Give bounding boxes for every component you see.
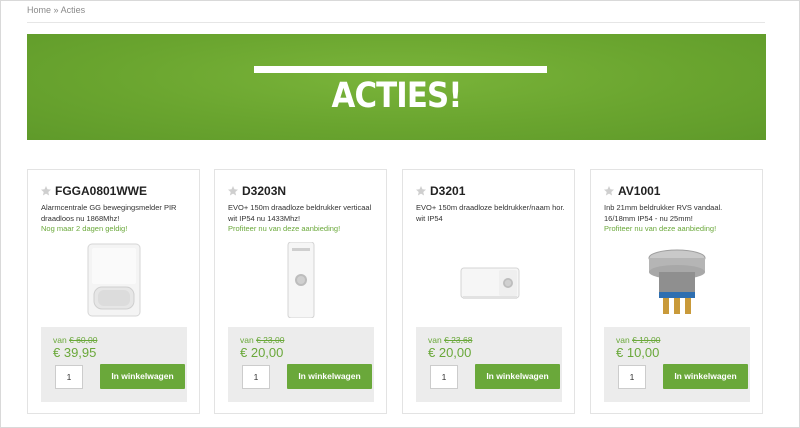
pir-motion-sensor-icon[interactable] [68, 242, 160, 318]
price-panel: van € 60,00 € 39,95 In winkelwagen [41, 327, 187, 402]
breadcrumb-separator: » [53, 5, 59, 15]
star-icon[interactable] [415, 185, 427, 197]
add-to-cart-button[interactable]: In winkelwagen [475, 364, 560, 389]
banner-decor-bar [254, 66, 547, 73]
old-price-line: van € 19,00 [616, 335, 660, 345]
old-price: € 19,00 [632, 335, 661, 345]
product-description: EVO+ 150m draadloze beldrukker/naam hor.… [416, 203, 565, 223]
price-panel: van € 23,68 € 20,00 In winkelwagen [416, 327, 562, 402]
old-price: € 60,00 [69, 335, 98, 345]
add-to-cart-button[interactable]: In winkelwagen [287, 364, 372, 389]
product-description: Alarmcentrale GG bewegingsmelder PIR dra… [41, 203, 177, 223]
old-price-line: van € 23,68 [428, 335, 472, 345]
quantity-input[interactable] [430, 365, 458, 389]
product-card: AV1001 Inb 21mm beldrukker RVS vandaal. … [590, 169, 763, 414]
star-icon[interactable] [40, 185, 52, 197]
product-header: D3203N [227, 184, 286, 198]
from-label: van [240, 335, 254, 345]
new-price: € 20,00 [240, 345, 284, 360]
product-sku[interactable]: D3203N [242, 184, 286, 198]
breadcrumb-current: Acties [60, 5, 86, 15]
product-description: Inb 21mm beldrukker RVS vandaal. 16/18mm… [604, 203, 723, 223]
product-sku[interactable]: D3201 [430, 184, 465, 198]
breadcrumb-divider [27, 22, 765, 23]
breadcrumb: Home » Acties [27, 5, 85, 15]
product-header: AV1001 [603, 184, 660, 198]
stainless-push-button-icon[interactable] [631, 242, 723, 318]
product-sku[interactable]: FGGA0801WWE [55, 184, 147, 198]
product-sku[interactable]: AV1001 [618, 184, 660, 198]
new-price: € 10,00 [616, 345, 660, 360]
product-description: EVO+ 150m draadloze beldrukker verticaal… [228, 203, 372, 223]
from-label: van [428, 335, 442, 345]
product-header: D3201 [415, 184, 465, 198]
quantity-input[interactable] [55, 365, 83, 389]
add-to-cart-button[interactable]: In winkelwagen [100, 364, 185, 389]
star-icon[interactable] [603, 185, 615, 197]
star-icon[interactable] [227, 185, 239, 197]
quantity-input[interactable] [618, 365, 646, 389]
vertical-doorbell-push-icon[interactable] [255, 242, 347, 318]
promo-text: Profiteer nu van deze aanbieding! [228, 224, 341, 233]
quantity-input[interactable] [242, 365, 270, 389]
old-price-line: van € 60,00 [53, 335, 97, 345]
new-price: € 39,95 [53, 345, 97, 360]
price-panel: van € 19,00 € 10,00 In winkelwagen [604, 327, 750, 402]
promo-text: Profiteer nu van deze aanbieding! [604, 224, 717, 233]
product-header: FGGA0801WWE [40, 184, 147, 198]
price-panel: van € 23,00 € 20,00 In winkelwagen [228, 327, 374, 402]
add-to-cart-button[interactable]: In winkelwagen [663, 364, 748, 389]
promo-banner: ACTIES! [27, 34, 766, 140]
banner-title: ACTIES! [331, 76, 462, 116]
promo-text: Nog maar 2 dagen geldig! [41, 224, 128, 233]
old-price-line: van € 23,00 [240, 335, 284, 345]
new-price: € 20,00 [428, 345, 472, 360]
old-price: € 23,68 [444, 335, 473, 345]
from-label: van [616, 335, 630, 345]
product-card: D3201 EVO+ 150m draadloze beldrukker/naa… [402, 169, 575, 414]
breadcrumb-home-link[interactable]: Home [27, 5, 51, 15]
product-card: FGGA0801WWE Alarmcentrale GG bewegingsme… [27, 169, 200, 414]
product-card: D3203N EVO+ 150m draadloze beldrukker ve… [214, 169, 387, 414]
horizontal-doorbell-push-icon[interactable] [443, 242, 535, 318]
old-price: € 23,00 [256, 335, 285, 345]
from-label: van [53, 335, 67, 345]
